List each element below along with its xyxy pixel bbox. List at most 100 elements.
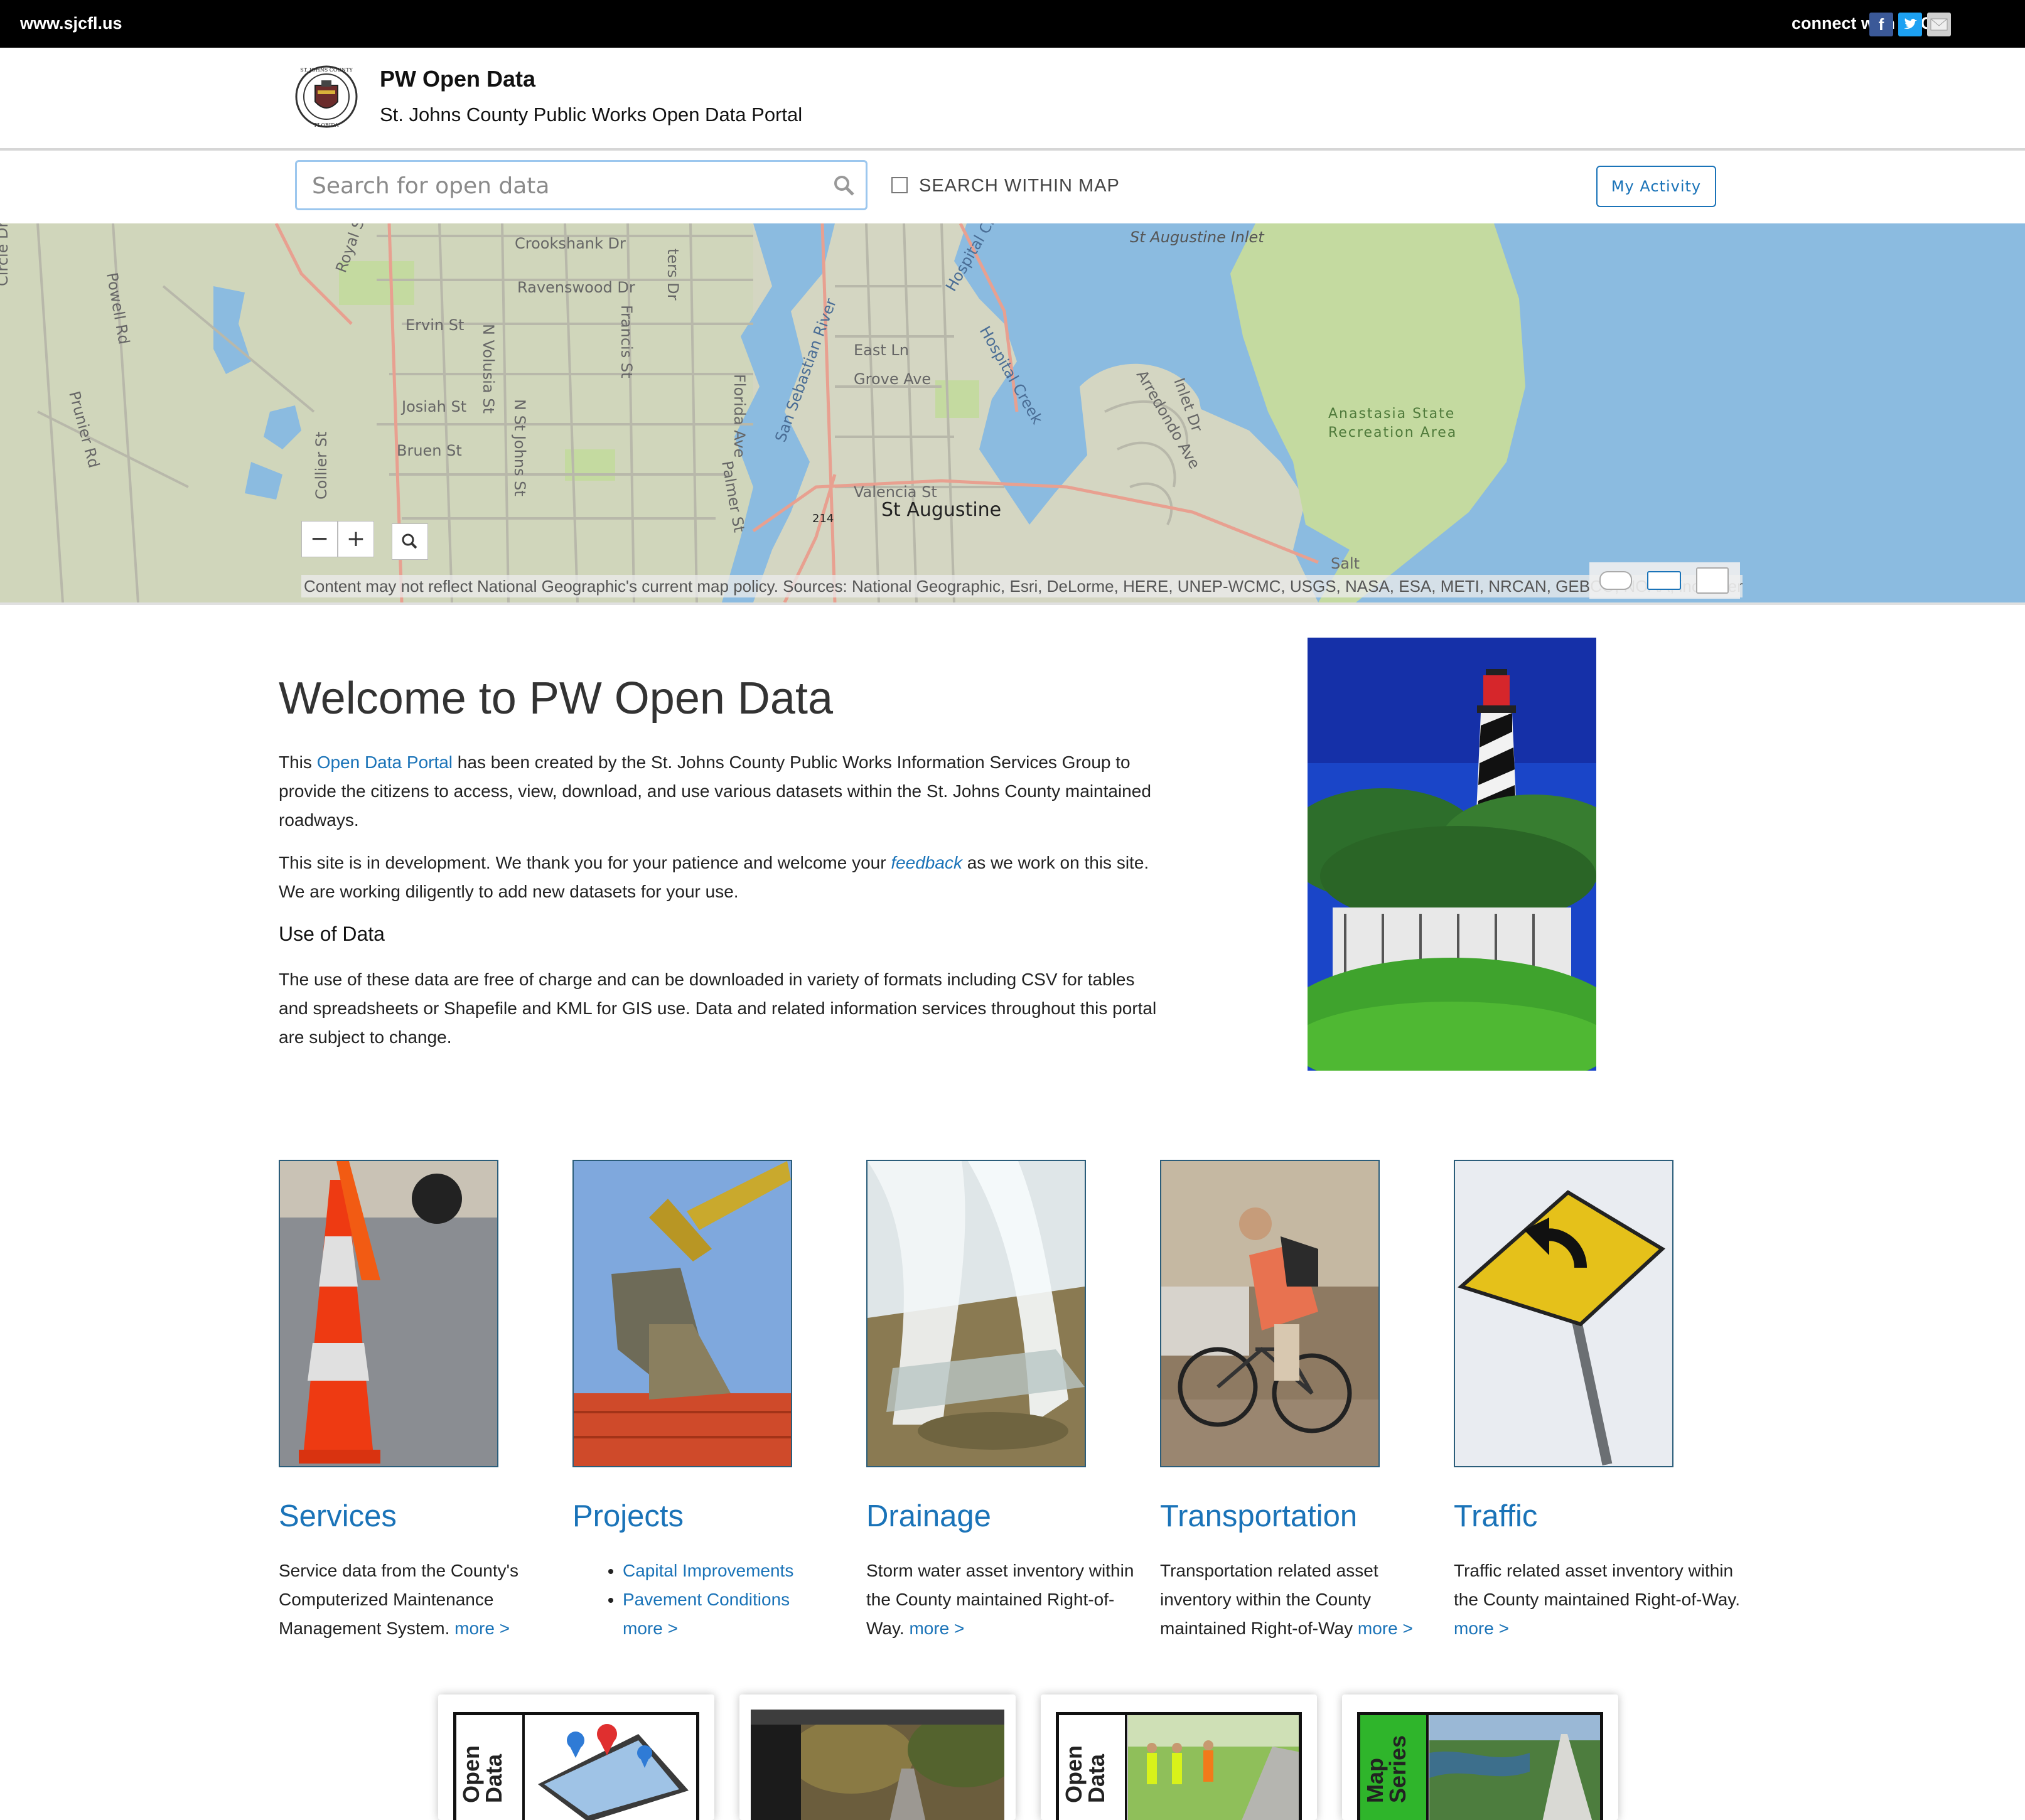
card-thumbnail: Open Data: [453, 1712, 699, 1820]
list-item: Pavement Conditions: [623, 1585, 793, 1614]
map-label-n-volusia: N Volusia St: [480, 324, 497, 414]
pavement-conditions-link[interactable]: Pavement Conditions: [623, 1590, 790, 1609]
card-vertical-label-box: Open Data: [1059, 1715, 1127, 1820]
map-series-card[interactable]: Map Series: [1342, 1694, 1618, 1820]
intro-text-start: This: [279, 752, 317, 772]
email-icon[interactable]: [1927, 13, 1951, 36]
transportation-image[interactable]: [1160, 1160, 1380, 1467]
intro-paragraph: This Open Data Portal has been created b…: [279, 748, 1158, 835]
transportation-title[interactable]: Transportation: [1160, 1499, 1357, 1534]
map-label-park-2: Recreation Area: [1328, 425, 1457, 441]
drainage-title[interactable]: Drainage: [866, 1499, 991, 1534]
drainage-desc-text: Storm water asset inventory within the C…: [866, 1561, 1134, 1638]
map-label-city: St Augustine: [881, 499, 1001, 521]
basemap-switcher: [1589, 562, 1740, 599]
my-activity-button[interactable]: My Activity: [1596, 166, 1716, 207]
zoom-in-button[interactable]: +: [338, 521, 374, 557]
open-data-app-card[interactable]: Open Data: [438, 1694, 714, 1820]
map-label-east-ln: East Ln: [854, 341, 909, 359]
drainage-image[interactable]: [866, 1160, 1086, 1467]
traffic-title[interactable]: Traffic: [1454, 1499, 1537, 1534]
search-icon[interactable]: [832, 173, 857, 198]
card-thumbnail: [751, 1710, 1004, 1820]
map-label-ravenswood: Ravenswood Dr: [517, 279, 635, 296]
facebook-icon[interactable]: f: [1869, 13, 1893, 36]
card-vertical-label: Open Data: [458, 1745, 507, 1803]
road-photo: [801, 1725, 1004, 1820]
lighthouse-photo: [1308, 638, 1596, 1071]
projects-image[interactable]: [572, 1160, 792, 1467]
basemap-option-1[interactable]: [1599, 571, 1632, 590]
county-seal-logo: ST. JOHNS COUNTY FLORIDA: [295, 65, 358, 128]
svg-text:FLORIDA: FLORIDA: [314, 122, 339, 128]
welcome-heading: Welcome to PW Open Data: [279, 673, 834, 724]
sjcfl-site-link[interactable]: www.sjcfl.us: [20, 14, 122, 33]
open-data-field-card[interactable]: Open Data: [1041, 1694, 1317, 1820]
search-within-map-label: SEARCH WITHIN MAP: [919, 176, 1120, 196]
zoom-out-button[interactable]: −: [301, 521, 338, 557]
transportation-description: Transportation related asset inventory w…: [1160, 1556, 1442, 1643]
map-label-route: 214: [812, 512, 834, 525]
projects-list: Capital Improvements Pavement Conditions…: [598, 1556, 793, 1643]
use-of-data-heading: Use of Data: [279, 923, 385, 945]
traffic-description: Traffic related asset inventory within t…: [1454, 1556, 1743, 1643]
development-paragraph: This site is in development. We thank yo…: [279, 848, 1158, 906]
feedback-link[interactable]: feedback: [891, 853, 962, 872]
traffic-more-link[interactable]: more >: [1454, 1619, 1509, 1638]
map-view[interactable]: Crookshank Dr Ravenswood Dr Ervin St Jos…: [0, 223, 2025, 605]
use-of-data-paragraph: The use of these data are free of charge…: [279, 970, 1157, 1047]
transportation-more-link[interactable]: more >: [1358, 1619, 1413, 1638]
transportation-desc-text: Transportation related asset inventory w…: [1160, 1561, 1378, 1638]
card-vertical-label: Open Data: [1061, 1745, 1109, 1803]
capital-improvements-link[interactable]: Capital Improvements: [623, 1561, 793, 1580]
traffic-desc-text: Traffic related asset inventory within t…: [1454, 1561, 1740, 1609]
services-title[interactable]: Services: [279, 1499, 397, 1534]
map-label-n-st-johns: N St Johns St: [511, 399, 529, 496]
map-label-crookshank: Crookshank Dr: [515, 235, 626, 252]
search-input[interactable]: [311, 169, 815, 202]
magnifier-icon: [402, 533, 417, 549]
bridge-aerial-photo: [1429, 1715, 1600, 1820]
card-vertical-label: Map Series: [1362, 1735, 1410, 1803]
list-item: more >: [623, 1614, 793, 1643]
open-data-portal-link[interactable]: Open Data Portal: [317, 752, 453, 772]
services-description: Service data from the County's Computeri…: [279, 1556, 549, 1643]
drainage-more-link[interactable]: more >: [909, 1619, 964, 1638]
card-vertical-label-box: Open Data: [456, 1715, 525, 1820]
map-label-ervin: Ervin St: [406, 316, 464, 334]
field-workers-photo: [1128, 1715, 1299, 1820]
map-label-florida-ave: Florida Ave: [731, 374, 748, 458]
services-image[interactable]: [279, 1160, 498, 1467]
map-search-button[interactable]: [392, 523, 428, 560]
search-box[interactable]: [295, 160, 867, 210]
story-map-card[interactable]: [739, 1694, 1016, 1820]
search-within-map-checkbox[interactable]: [891, 177, 908, 193]
map-label-salt: Salt: [1331, 555, 1360, 572]
map-label-park-1: Anastasia State: [1328, 406, 1455, 422]
basemap-option-3[interactable]: [1696, 567, 1729, 594]
svg-text:ST. JOHNS COUNTY: ST. JOHNS COUNTY: [300, 67, 353, 73]
map-label-valencia: Valencia St: [854, 483, 937, 501]
services-more-link[interactable]: more >: [454, 1619, 510, 1638]
map-attribution: Content may not reflect National Geograp…: [301, 575, 1743, 597]
list-item: Capital Improvements: [623, 1556, 793, 1585]
map-label-francis: Francis St: [618, 305, 635, 378]
map-pin-phone-graphic: [538, 1724, 689, 1820]
drainage-description: Storm water asset inventory within the C…: [866, 1556, 1149, 1643]
top-bar: www.sjcfl.us connect with SJC: f: [0, 0, 2025, 48]
projects-title[interactable]: Projects: [572, 1499, 684, 1534]
map-label-collier: Collier St: [313, 432, 330, 500]
twitter-icon[interactable]: [1898, 13, 1922, 36]
card-vertical-label-box: Map Series: [1360, 1715, 1429, 1820]
traffic-image[interactable]: [1454, 1160, 1673, 1467]
map-label-inlet: St Augustine Inlet: [1130, 228, 1265, 246]
card-thumbnail: Open Data: [1056, 1712, 1302, 1820]
page-title: PW Open Data: [380, 66, 536, 92]
card-thumbnail: Map Series: [1357, 1712, 1603, 1820]
dev-text-start: This site is in development. We thank yo…: [279, 853, 891, 872]
map-label-bruen: Bruen St: [397, 442, 462, 459]
projects-more-link[interactable]: more >: [623, 1619, 678, 1638]
basemap-option-2[interactable]: [1647, 571, 1681, 590]
page-subtitle: St. Johns County Public Works Open Data …: [380, 104, 803, 126]
map-label-circle: Circle Dr: [0, 223, 11, 286]
